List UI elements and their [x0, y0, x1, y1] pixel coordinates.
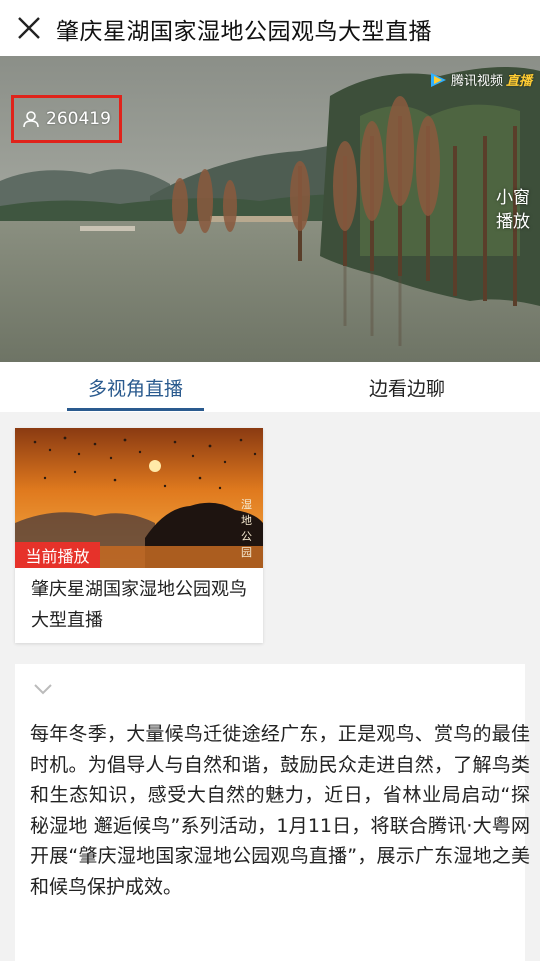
chevron-down-icon[interactable]	[33, 682, 53, 696]
user-icon	[23, 111, 39, 128]
close-icon[interactable]	[14, 13, 44, 43]
stream-card[interactable]: 湿 地 公 园 当前播放 肇庆星湖国家湿地公园观鸟大型直播	[15, 428, 263, 643]
viewer-count-box: 260419	[11, 95, 122, 143]
tab-bar: 多视角直播 边看边聊	[0, 362, 540, 412]
viewer-count: 260419	[46, 109, 111, 129]
description-text: 每年冬季，大量候鸟迁徙途经广东，正是观鸟、赏鸟的最佳时机。为倡导人与自然和谐，鼓…	[30, 723, 530, 898]
brand-text: 腾讯视频	[450, 74, 503, 89]
video-player[interactable]: 260419 腾讯视频 直播 小窗 播放	[0, 56, 540, 362]
thumb-caption-4: 园	[241, 546, 252, 559]
mini-window-label-1: 小窗	[496, 188, 530, 208]
page: 肇庆星湖国家湿地公园观鸟大型直播 260419 腾讯视频 直播 小窗 播放 多视…	[0, 0, 540, 961]
stream-thumbnail: 湿 地 公 园 当前播放	[15, 428, 263, 568]
live-tag: 直播	[505, 74, 532, 89]
mini-window-label-2: 播放	[496, 212, 530, 232]
active-tab-indicator	[67, 408, 204, 411]
play-logo-icon	[430, 72, 446, 87]
mini-window-button[interactable]: 小窗 播放	[496, 186, 530, 234]
page-title: 肇庆星湖国家湿地公园观鸟大型直播	[56, 19, 432, 45]
thumb-caption-2: 地	[241, 514, 252, 527]
description-panel: 每年冬季，大量候鸟迁徙途经广东，正是观鸟、赏鸟的最佳时机。为倡导人与自然和谐，鼓…	[15, 664, 530, 961]
tencent-video-logo: 腾讯视频 直播	[428, 70, 532, 89]
top-bar: 肇庆星湖国家湿地公园观鸟大型直播	[0, 0, 540, 56]
stream-card-title: 肇庆星湖国家湿地公园观鸟大型直播	[31, 579, 247, 631]
thumb-caption-1: 湿	[241, 498, 252, 511]
tab-watch-and-chat[interactable]: 边看边聊	[336, 362, 478, 412]
tab-multi-view-live[interactable]: 多视角直播	[67, 362, 204, 412]
thumb-caption-3: 公	[241, 530, 252, 543]
now-playing-badge: 当前播放	[15, 542, 100, 568]
